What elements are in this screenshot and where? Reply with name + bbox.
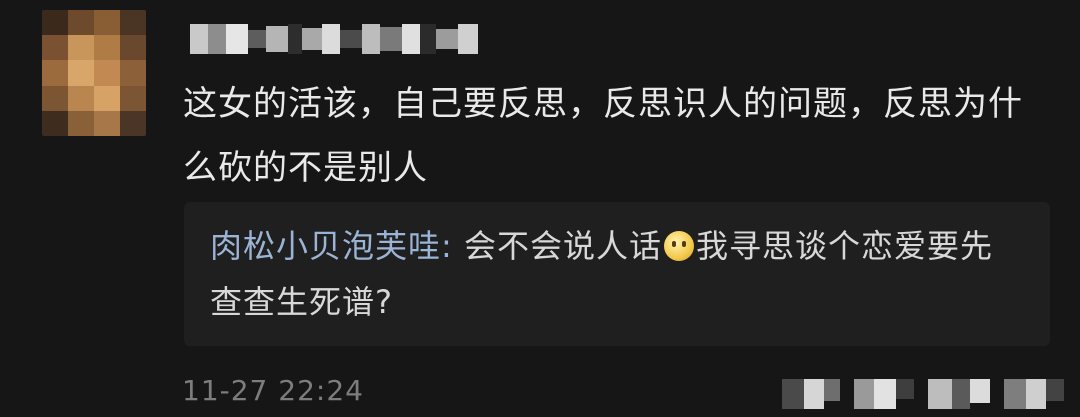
username-pixel: [436, 29, 458, 49]
action-pixel: [1026, 379, 1046, 409]
avatar-pixel: [68, 60, 94, 86]
avatar-pixel: [120, 10, 146, 36]
action-pixel: [804, 379, 824, 409]
action-button-pixelated[interactable]: [782, 379, 840, 409]
action-button-pixelated[interactable]: [928, 379, 990, 409]
username-pixel: [248, 30, 266, 48]
action-pixel: [1046, 379, 1064, 401]
username-pixel: [362, 24, 380, 54]
avatar-pixel: [120, 110, 146, 136]
username-pixel: [288, 24, 302, 54]
comment-actions-pixelated[interactable]: [782, 374, 1064, 414]
avatar-pixel: [42, 10, 68, 36]
avatar-pixel: [68, 35, 94, 61]
action-pixel: [874, 379, 896, 409]
avatar-pixel: [68, 85, 94, 111]
action-pixel: [854, 379, 874, 409]
avatar-pixel: [120, 85, 146, 111]
avatar-pixel: [120, 60, 146, 86]
avatar-pixel: [94, 10, 120, 36]
reply-text-part-1: 会不会说人话: [452, 227, 662, 265]
username-pixel: [302, 28, 322, 50]
avatar-pixel: [68, 110, 94, 136]
action-pixel: [782, 379, 804, 409]
avatar-pixel: [42, 110, 68, 136]
username-pixel: [380, 27, 402, 51]
username-pixel: [322, 24, 340, 54]
comment-timestamp: 11-27 22:24: [182, 374, 364, 407]
action-pixel: [952, 379, 970, 409]
reply-author[interactable]: 肉松小贝泡芙哇:: [210, 227, 453, 265]
avatar-pixel: [94, 110, 120, 136]
action-pixel: [896, 379, 914, 399]
username-pixel: [266, 26, 288, 52]
username-pixel: [190, 24, 208, 54]
avatar-pixel: [42, 85, 68, 111]
avatar-pixel: [42, 35, 68, 61]
username-pixel: [226, 24, 248, 54]
avatar-pixel: [94, 85, 120, 111]
avatar-pixel: [68, 10, 94, 36]
action-pixel: [824, 379, 840, 401]
reply-text: 肉松小贝泡芙哇: 会不会说人话 我寻思谈个恋爱要先查查生死谱?: [210, 218, 1010, 330]
username-pixel: [458, 24, 478, 54]
username-pixel: [402, 24, 420, 54]
avatar-pixel: [42, 60, 68, 86]
avatar-pixel: [94, 35, 120, 61]
username-pixel: [208, 24, 226, 54]
username-pixel: [340, 30, 362, 48]
avatar-pixel: [120, 35, 146, 61]
action-pixel: [970, 379, 990, 403]
username-pixel: [420, 24, 436, 54]
action-pixel: [1004, 379, 1026, 409]
action-button-pixelated[interactable]: [1004, 379, 1064, 409]
comment-text: 这女的活该，自己要反思，反思识人的问题，反思为什么砍的不是别人: [183, 84, 1023, 188]
action-button-pixelated[interactable]: [854, 379, 914, 409]
reply-quote-box[interactable]: 肉松小贝泡芙哇: 会不会说人话 我寻思谈个恋爱要先查查生死谱?: [184, 202, 1050, 346]
avatar[interactable]: [42, 10, 146, 136]
thinking-emoji-icon: [663, 231, 694, 261]
avatar-pixel: [94, 60, 120, 86]
action-pixel: [928, 379, 952, 409]
username-pixelated[interactable]: [190, 22, 478, 56]
